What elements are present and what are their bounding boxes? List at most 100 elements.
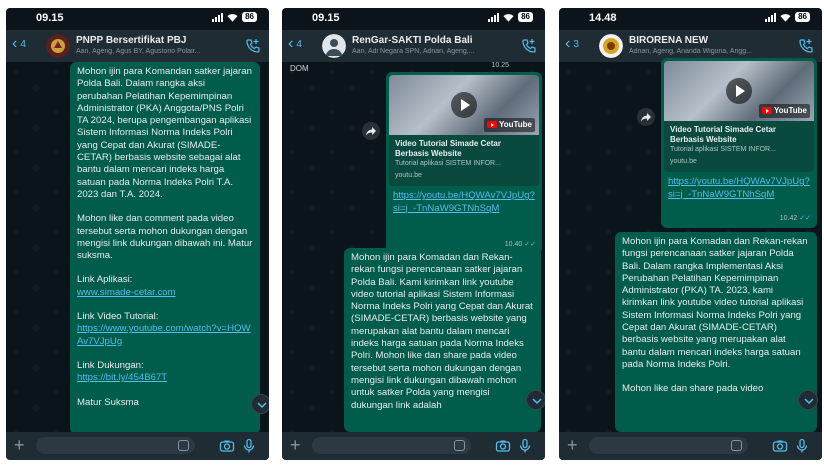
camera-icon[interactable] [495, 438, 511, 454]
youtube-logo-icon: YouTube [483, 117, 535, 132]
chat-screen-1: 09.15 86 ‹ 4 PNPP Bersertifikat PBJ Aan, … [6, 8, 269, 460]
message-text: Mohon like dan share pada video [622, 383, 764, 395]
scroll-down-button[interactable] [526, 390, 545, 410]
chat-members: Aan, Adi Negara SPN, Adnan, Ageng,... [352, 48, 475, 55]
app-link[interactable]: www.simade-cetar.com [77, 287, 176, 298]
message-bubble[interactable]: Mohon ijin para Komadan dan Rekan-rekan … [615, 232, 817, 432]
chat-members: Adnan, Ageng, Ananda Wiguna, Angg... [629, 48, 752, 55]
unread-count: 4 [20, 38, 26, 50]
microphone-icon[interactable] [794, 438, 810, 454]
battery-icon: 86 [242, 12, 257, 22]
camera-icon[interactable] [772, 438, 788, 454]
scroll-down-button[interactable] [251, 394, 269, 414]
signal-icon [765, 12, 777, 22]
back-button[interactable]: ‹ 3 [565, 36, 579, 52]
unread-count: 4 [296, 38, 302, 50]
chat-screen-2: 09.15 86 ‹ 4 RenGar-SAKTI Polda Bali Aan,… [282, 8, 545, 460]
chat-header[interactable]: ‹ 4 PNPP Bersertifikat PBJ Aan, Ageng, Ag… [6, 30, 269, 62]
battery-icon: 86 [795, 12, 810, 22]
status-bar: 09.15 86 [6, 8, 269, 30]
preview-domain: youtu.be [670, 158, 697, 165]
play-icon[interactable] [726, 78, 752, 104]
youtube-link[interactable]: https://youtu.be/HQWAv7VJpUg?si=j_-TnNaW… [668, 176, 810, 199]
message-input[interactable] [36, 437, 195, 454]
message-input[interactable] [589, 437, 748, 454]
back-chevron-icon: ‹ [288, 35, 294, 52]
wifi-icon [780, 13, 791, 22]
preview-title: Video Tutorial Simade Cetar Berbasis Web… [395, 139, 501, 158]
message-input[interactable] [312, 437, 471, 454]
read-receipt-icon: ✓✓ [799, 214, 811, 222]
add-call-icon[interactable] [521, 38, 537, 54]
link-message-bubble[interactable]: YouTube Video Tutorial Simade Cetar Berb… [661, 58, 817, 228]
microphone-icon[interactable] [241, 438, 257, 454]
back-button[interactable]: ‹ 4 [12, 36, 26, 52]
add-call-icon[interactable] [245, 38, 261, 54]
composer-bar: + [6, 432, 269, 460]
chat-screen-3: 14.48 86 ‹ 3 BIRORENA NEW Adnan, Ageng, A… [559, 8, 822, 460]
chat-title[interactable]: BIRORENA NEW [629, 35, 794, 46]
back-chevron-icon: ‹ [565, 35, 571, 52]
sticker-icon[interactable] [178, 440, 189, 451]
preview-title: Video Tutorial Simade Cetar Berbasis Web… [670, 125, 776, 144]
scroll-down-icon [532, 398, 542, 405]
signal-icon [488, 12, 500, 22]
chat-title[interactable]: PNPP Bersertifikat PBJ [76, 35, 241, 46]
forward-icon [366, 127, 376, 136]
battery-icon: 86 [518, 12, 533, 22]
camera-icon[interactable] [219, 438, 235, 454]
plus-icon[interactable]: + [14, 436, 25, 454]
link-message-bubble[interactable]: YouTube Video Tutorial Simade Cetar Berb… [386, 72, 542, 254]
message-time: 10.42 ✓✓ [779, 214, 811, 222]
group-avatar[interactable] [322, 34, 346, 58]
wifi-icon [503, 13, 514, 22]
add-call-icon[interactable] [798, 38, 814, 54]
support-link[interactable]: https://bit.ly/454B67T [77, 372, 167, 383]
chat-header[interactable]: ‹ 4 RenGar-SAKTI Polda Bali Aan, Adi Nega… [282, 30, 545, 62]
sticker-icon[interactable] [731, 440, 742, 451]
preview-domain: youtu.be [395, 172, 422, 179]
unread-count: 3 [573, 38, 579, 50]
link-preview[interactable]: YouTube Video Tutorial Simade Cetar Berb… [389, 75, 539, 187]
link-label: Link Video Tutorial: [77, 311, 159, 323]
link-preview[interactable]: YouTube Video Tutorial Simade Cetar Berb… [664, 61, 814, 173]
message-text: Mohon ijin para Komadan dan Rekan-rekan … [622, 236, 808, 370]
preview-description: Tutorial aplikasi SISTEM INFOR... [395, 160, 501, 167]
plus-icon[interactable]: + [290, 436, 301, 454]
sticker-icon[interactable] [454, 440, 465, 451]
message-bubble[interactable]: Mohon ijin para Komandan satker jajaran … [70, 62, 260, 434]
link-label: Link Dukungan: [77, 359, 144, 371]
status-bar: 14.48 86 [559, 8, 822, 30]
composer-bar: + [282, 432, 545, 460]
link-label: Link Aplikasi: [77, 274, 133, 286]
back-button[interactable]: ‹ 4 [288, 36, 302, 52]
forward-icon [641, 113, 651, 122]
message-bubble[interactable]: Mohon ijin para Komadan dan Rekan-rekan … [344, 248, 541, 432]
video-thumbnail[interactable]: YouTube [389, 75, 539, 135]
microphone-icon[interactable] [517, 438, 533, 454]
forward-button[interactable] [362, 122, 380, 140]
message-fragment: DOM [290, 64, 309, 73]
clock: 09.15 [312, 12, 340, 24]
clock: 14.48 [589, 12, 617, 24]
scroll-down-icon [804, 398, 814, 405]
message-text: Mohon like dan comment pada video terseb… [77, 213, 253, 262]
preview-description: Tutorial aplikasi SISTEM INFOR... [670, 146, 776, 153]
video-thumbnail[interactable]: YouTube [664, 61, 814, 121]
message-text: Mohon ijin para Komadan dan Rekan-rekan … [351, 252, 533, 411]
video-link[interactable]: https://www.youtube.com/watch?v=HQWAv7VJ… [77, 323, 251, 346]
chat-members: Aan, Ageng, Agus BY, Agustono Polair... [76, 48, 201, 55]
group-avatar[interactable] [46, 34, 70, 58]
chat-title[interactable]: RenGar-SAKTI Polda Bali [352, 35, 517, 46]
status-bar: 09.15 86 [282, 8, 545, 30]
message-text: Matur Suksma [77, 396, 139, 408]
play-icon[interactable] [451, 92, 477, 118]
group-avatar[interactable] [599, 34, 623, 58]
signal-icon [212, 12, 224, 22]
youtube-link[interactable]: https://youtu.be/HQWAv7VJpUg?si=j_-TnNaW… [393, 190, 535, 213]
plus-icon[interactable]: + [567, 436, 578, 454]
forward-button[interactable] [637, 108, 655, 126]
scroll-down-button[interactable] [798, 390, 818, 410]
message-text: Mohon ijin para Komandan satker jajaran … [77, 66, 252, 200]
composer-bar: + [559, 432, 822, 460]
